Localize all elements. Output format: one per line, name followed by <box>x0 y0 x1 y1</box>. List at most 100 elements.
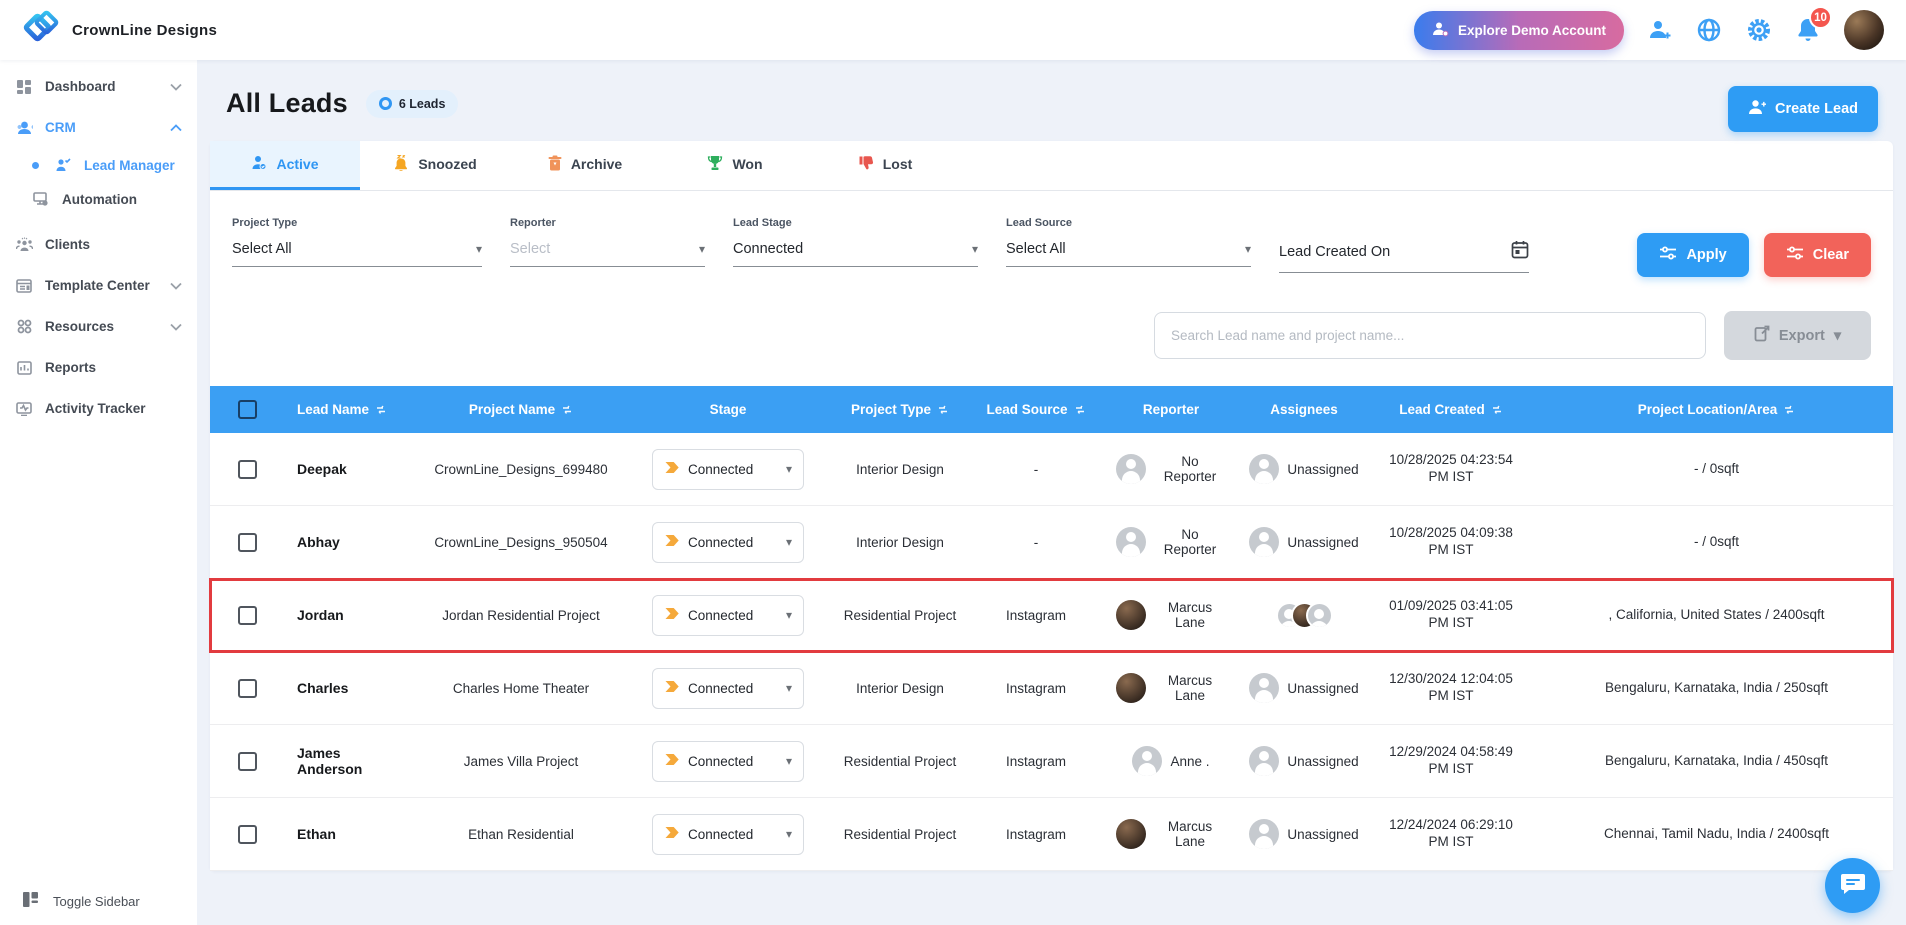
sidebar-item-crm[interactable]: CRM <box>0 107 197 148</box>
sort-icon[interactable] <box>1075 405 1086 415</box>
sort-icon[interactable] <box>938 405 949 415</box>
clear-label: Clear <box>1813 247 1849 263</box>
table-row-highlighted[interactable]: Jordan Jordan Residential Project Connec… <box>210 579 1893 652</box>
project-type-filter-select[interactable]: Select All ▾ <box>232 241 482 267</box>
column-project-name[interactable]: Project Name <box>469 402 555 417</box>
select-all-checkbox[interactable] <box>238 400 257 419</box>
stage-dropdown[interactable]: Connected▾ <box>652 595 804 636</box>
stage-tag-icon <box>664 753 680 769</box>
table-row[interactable]: James Anderson James Villa Project Conne… <box>210 725 1893 798</box>
project-name: CrownLine_Designs_950504 <box>410 531 632 554</box>
lead-created: 10/28/2025 04:09:38PM IST <box>1362 521 1540 563</box>
sidebar-item-activity-tracker[interactable]: Activity Tracker <box>0 388 197 429</box>
sidebar-item-label: Clients <box>45 237 90 252</box>
clear-filters-button[interactable]: Clear <box>1764 233 1871 277</box>
sort-icon[interactable] <box>376 405 387 415</box>
sort-icon[interactable] <box>1492 405 1503 415</box>
row-checkbox[interactable] <box>238 533 257 552</box>
reporter-name: Anne . <box>1170 754 1209 769</box>
lead-source-filter-value: Select All <box>1006 241 1066 257</box>
reporter-avatar-placeholder <box>1116 454 1146 484</box>
notifications-bell-icon[interactable]: 10 <box>1796 17 1820 43</box>
stage-dropdown[interactable]: Connected▾ <box>652 668 804 709</box>
explore-demo-label: Explore Demo Account <box>1458 23 1606 38</box>
apply-filters-button[interactable]: Apply <box>1637 233 1748 277</box>
brand-logo[interactable]: CrownLine Designs <box>22 8 217 53</box>
sidebar-item-label: Activity Tracker <box>45 401 146 416</box>
row-checkbox[interactable] <box>238 679 257 698</box>
column-stage[interactable]: Stage <box>710 402 747 417</box>
toggle-sidebar-button[interactable]: Toggle Sidebar <box>0 891 197 911</box>
project-type: Residential Project <box>824 750 976 773</box>
lead-source-filter-label: Lead Source <box>1006 217 1251 229</box>
stage-dropdown[interactable]: Connected▾ <box>652 814 804 855</box>
column-lead-source[interactable]: Lead Source <box>986 402 1067 417</box>
tab-won[interactable]: Won <box>660 141 810 190</box>
reporter-filter-select[interactable]: Select ▾ <box>510 241 705 267</box>
sidebar-item-clients[interactable]: Clients <box>0 224 197 265</box>
column-assignees[interactable]: Assignees <box>1270 402 1338 417</box>
stage-value: Connected <box>688 754 753 769</box>
gear-icon[interactable] <box>1746 17 1772 43</box>
sidebar-item-lead-manager[interactable]: Lead Manager <box>0 148 197 182</box>
tab-snoozed[interactable]: Snoozed <box>360 141 510 190</box>
chevron-down-icon: ▾ <box>1834 328 1841 344</box>
stage-dropdown[interactable]: Connected▾ <box>652 522 804 563</box>
create-lead-button[interactable]: Create Lead <box>1728 86 1878 132</box>
sidebar-item-label: Template Center <box>45 278 150 293</box>
stage-dropdown[interactable]: Connected▾ <box>652 449 804 490</box>
search-input[interactable] <box>1154 312 1706 359</box>
sort-icon[interactable] <box>1784 405 1795 415</box>
project-type: Interior Design <box>824 677 976 700</box>
row-checkbox[interactable] <box>238 606 257 625</box>
column-lead-created[interactable]: Lead Created <box>1399 402 1485 417</box>
row-checkbox[interactable] <box>238 752 257 771</box>
lead-name: Ethan <box>285 822 385 846</box>
table-row[interactable]: Deepak CrownLine_Designs_699480 Connecte… <box>210 433 1893 506</box>
column-lead-name[interactable]: Lead Name <box>297 402 369 417</box>
reporter-avatar-photo <box>1116 819 1146 849</box>
sidebar-item-automation[interactable]: Automation <box>0 182 197 216</box>
stage-tag-icon <box>664 461 680 477</box>
project-type-filter-label: Project Type <box>232 217 482 229</box>
project-type-filter-value: Select All <box>232 241 292 257</box>
trophy-icon <box>707 155 723 174</box>
column-project-type[interactable]: Project Type <box>851 402 931 417</box>
sidebar-item-reports[interactable]: Reports <box>0 347 197 388</box>
column-location[interactable]: Project Location/Area <box>1638 402 1778 417</box>
assignee-label: Unassigned <box>1287 462 1358 477</box>
table-row[interactable]: Ethan Ethan Residential Connected▾ Resid… <box>210 798 1893 871</box>
lead-created: 10/28/2025 04:23:54PM IST <box>1362 448 1540 490</box>
lead-created-on-datepicker[interactable]: Lead Created On <box>1279 240 1529 273</box>
dashboard-grid-icon <box>15 79 33 95</box>
explore-demo-account-button[interactable]: Explore Demo Account <box>1414 11 1624 50</box>
export-button[interactable]: Export ▾ <box>1724 311 1871 360</box>
table-row[interactable]: Abhay CrownLine_Designs_950504 Connected… <box>210 506 1893 579</box>
row-checkbox[interactable] <box>238 825 257 844</box>
tab-lost[interactable]: Lost <box>810 141 960 190</box>
reporter-avatar-placeholder <box>1132 746 1162 776</box>
assignee-avatar-placeholder <box>1249 819 1279 849</box>
reporter-name: No Reporter <box>1154 527 1226 557</box>
chevron-down-icon: ▾ <box>476 242 482 256</box>
globe-icon[interactable] <box>1696 17 1722 43</box>
stage-tag-icon <box>664 534 680 550</box>
row-checkbox[interactable] <box>238 460 257 479</box>
user-avatar[interactable] <box>1844 10 1884 50</box>
sidebar-item-template-center[interactable]: Template Center <box>0 265 197 306</box>
sidebar-item-resources[interactable]: Resources <box>0 306 197 347</box>
sidebar-item-dashboard[interactable]: Dashboard <box>0 66 197 107</box>
notification-count-badge: 10 <box>1809 6 1832 29</box>
sort-icon[interactable] <box>562 405 573 415</box>
add-user-icon[interactable] <box>1648 18 1672 42</box>
tab-archive[interactable]: Archive <box>510 141 660 190</box>
clients-group-icon <box>15 237 33 252</box>
lead-source-filter-select[interactable]: Select All ▾ <box>1006 241 1251 267</box>
tab-active[interactable]: Active <box>210 141 360 190</box>
chat-widget-button[interactable] <box>1825 858 1880 913</box>
column-reporter[interactable]: Reporter <box>1143 402 1199 417</box>
stage-dropdown[interactable]: Connected▾ <box>652 741 804 782</box>
lead-stage-filter-select[interactable]: Connected ▾ <box>733 241 978 267</box>
lead-name: Charles <box>285 676 385 700</box>
table-row[interactable]: Charles Charles Home Theater Connected▾ … <box>210 652 1893 725</box>
